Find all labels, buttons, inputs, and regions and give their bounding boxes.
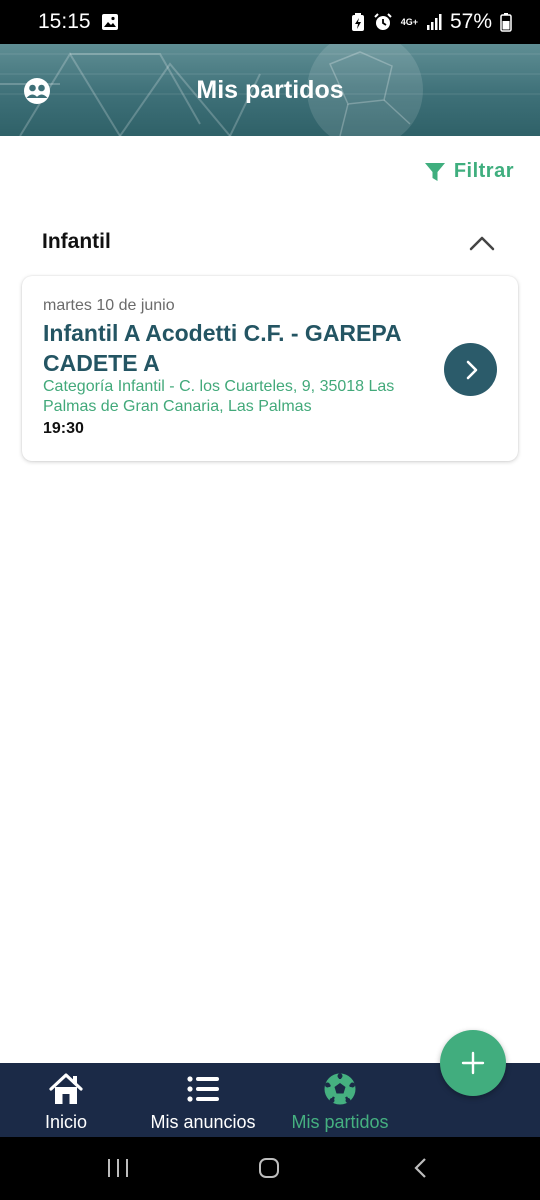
battery-icon xyxy=(500,12,512,32)
match-date: martes 10 de junio xyxy=(43,297,175,314)
system-navigation-bar xyxy=(0,1137,540,1200)
alarm-icon xyxy=(373,12,393,32)
page-title: Mis partidos xyxy=(196,75,344,104)
open-match-button[interactable] xyxy=(444,343,497,396)
battery-saver-icon xyxy=(351,12,365,32)
add-match-button[interactable] xyxy=(440,1030,506,1096)
home-icon xyxy=(49,1073,83,1104)
nav-item-inicio[interactable]: Inicio xyxy=(20,1063,112,1137)
filter-icon xyxy=(424,162,445,181)
match-card[interactable]: martes 10 de junio Infantil A Acodetti C… xyxy=(22,276,518,461)
nav-label: Mis partidos xyxy=(291,1112,389,1132)
status-time: 15:15 xyxy=(38,10,91,33)
signal-icon xyxy=(426,13,442,31)
back-button[interactable] xyxy=(412,1157,428,1184)
chevron-up-icon xyxy=(469,236,495,251)
user-group-icon xyxy=(24,78,50,104)
profile-button[interactable] xyxy=(22,76,52,106)
battery-percent: 57% xyxy=(449,10,492,33)
chevron-right-icon xyxy=(466,360,477,379)
network-4g-icon: 4G+ xyxy=(400,16,418,27)
nav-item-mis-partidos[interactable]: Mis partidos xyxy=(282,1063,398,1137)
nav-label: Mis anuncios xyxy=(150,1112,256,1132)
list-icon xyxy=(187,1076,219,1102)
plus-icon xyxy=(461,1051,485,1075)
nav-item-mis-anuncios[interactable]: Mis anuncios xyxy=(140,1063,266,1137)
match-time: 19:30 xyxy=(43,420,84,437)
gallery-icon xyxy=(101,13,119,31)
filter-button[interactable]: Filtrar xyxy=(424,160,514,183)
home-circle-icon xyxy=(259,1158,279,1178)
match-location: Categoría Infantil - C. los Cuarteles, 9… xyxy=(43,378,395,415)
filter-label: Filtrar xyxy=(453,160,514,182)
section-title: Infantil xyxy=(42,230,111,253)
home-system-button[interactable] xyxy=(258,1157,280,1184)
back-icon xyxy=(414,1158,426,1178)
collapse-section-button[interactable] xyxy=(468,232,496,254)
soccer-ball-icon xyxy=(324,1073,356,1105)
status-bar: 15:15 4G+ 57% xyxy=(0,0,540,44)
recent-apps-icon xyxy=(108,1159,128,1177)
nav-label: Inicio xyxy=(44,1112,88,1132)
match-title: Infantil A Acodetti C.F. - GAREPA CADETE… xyxy=(43,320,401,376)
app-header: Mis partidos xyxy=(0,44,540,136)
recent-apps-button[interactable] xyxy=(106,1157,130,1184)
